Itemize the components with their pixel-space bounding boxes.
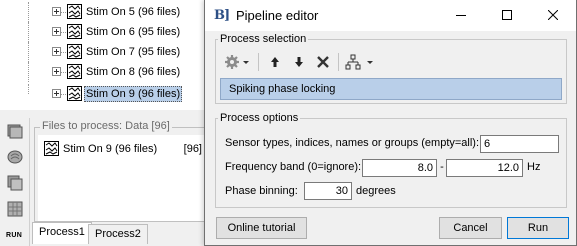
expand-icon[interactable]	[52, 7, 61, 16]
tree-item[interactable]: Stim On 7 (95 files)	[0, 42, 210, 62]
pipeline-tree-icon	[345, 54, 373, 70]
tab-process2[interactable]: Process2	[88, 224, 148, 244]
tree-item-label: Stim On 9 (96 files)	[84, 86, 183, 102]
tree-item[interactable]: Stim On 5 (96 files)	[0, 2, 210, 22]
process-type-matrix-icon[interactable]	[6, 200, 24, 218]
process-tabs: Process1 Process2	[30, 222, 210, 246]
expand-icon[interactable]	[52, 27, 61, 36]
database-tree[interactable]: Stim On 5 (96 files) Stim On 6 (95 files…	[0, 0, 210, 110]
sensor-input[interactable]: 6	[480, 135, 559, 153]
list-item[interactable]: Stim On 9 (96 files) [96]	[42, 141, 204, 159]
tree-item-label: Stim On 7 (95 files)	[86, 46, 181, 58]
files-to-process-panel: Files to process: Data [96] Stim On 9 (9…	[34, 118, 210, 222]
minimize-button[interactable]	[438, 0, 484, 31]
tree-item-selected[interactable]: Stim On 9 (96 files)	[0, 84, 210, 104]
group-title: Process options	[218, 112, 301, 125]
process-type-sources-icon[interactable]	[6, 148, 24, 166]
process-toolbar	[222, 52, 562, 72]
maximize-button[interactable]	[484, 0, 530, 31]
condition-folder-icon	[67, 64, 82, 79]
phase-binning-input[interactable]: 30	[304, 182, 352, 200]
expand-icon[interactable]	[52, 67, 61, 76]
delete-icon	[317, 56, 329, 68]
tree-item-label: Stim On 8 (96 files)	[86, 66, 181, 78]
minimize-icon	[456, 15, 466, 16]
condition-folder-icon	[67, 44, 82, 59]
run-button[interactable]: RUN	[6, 232, 22, 239]
cancel-button[interactable]: Cancel	[439, 217, 502, 239]
condition-folder-icon	[44, 141, 59, 156]
condition-folder-icon	[67, 4, 82, 19]
process-type-timefreq-icon[interactable]	[6, 174, 24, 192]
window-title: Pipeline editor	[236, 8, 319, 23]
list-item-count: [96]	[183, 143, 202, 155]
tree-item[interactable]: Stim On 6 (95 files)	[0, 22, 210, 42]
tree-item-label: Stim On 5 (96 files)	[86, 6, 181, 18]
process-selection-group: Process selection Spiking phase locking	[215, 33, 567, 104]
group-title: Process selection	[218, 33, 309, 46]
add-process-button[interactable]	[222, 52, 252, 72]
tree-item[interactable]: Stim On 8 (96 files)	[0, 62, 210, 82]
online-tutorial-button[interactable]: Online tutorial	[216, 217, 307, 239]
brainstorm-logo-icon: B]	[214, 8, 230, 23]
arrow-up-icon	[271, 57, 279, 67]
files-panel-title: Files to process: Data [96]	[40, 120, 172, 132]
process-list-item[interactable]: Spiking phase locking	[229, 83, 335, 95]
files-list[interactable]: Stim On 9 (96 files) [96]	[38, 135, 208, 221]
maximize-icon	[502, 10, 512, 20]
frequency-unit: Hz	[527, 161, 541, 173]
arrow-down-icon	[295, 57, 303, 67]
list-item-name: Stim On 9 (96 files)	[63, 143, 158, 155]
phase-binning-label: Phase binning:	[225, 185, 298, 197]
frequency-low-input[interactable]: 8.0	[362, 159, 437, 177]
tree-item-label: Stim On 6 (95 files)	[86, 26, 181, 38]
condition-folder-icon	[67, 86, 82, 101]
process-type-data-icon[interactable]	[6, 122, 24, 140]
phase-binning-unit: degrees	[356, 185, 396, 197]
run-process-button[interactable]: Run	[507, 217, 569, 239]
process-sidebar: RUN	[0, 118, 30, 246]
close-icon	[548, 10, 558, 20]
condition-folder-icon	[67, 24, 82, 39]
process-list[interactable]: Spiking phase locking	[220, 78, 562, 100]
process-options-group: Process options Sensor types, indices, n…	[215, 112, 567, 208]
frequency-high-input[interactable]: 12.0	[446, 159, 523, 177]
frequency-separator: -	[440, 161, 444, 173]
delete-process-button[interactable]	[314, 52, 332, 72]
panel-splitter[interactable]	[0, 110, 210, 118]
move-up-button[interactable]	[266, 52, 284, 72]
gear-icon	[225, 55, 249, 69]
expand-icon[interactable]	[52, 89, 61, 98]
expand-icon[interactable]	[52, 47, 61, 56]
pipeline-editor-dialog: B] Pipeline editor Process selection Spi…	[204, 0, 577, 246]
close-button[interactable]	[530, 0, 576, 31]
sensor-label: Sensor types, indices, names or groups (…	[225, 137, 480, 149]
pipeline-menu-button[interactable]	[344, 52, 376, 72]
frequency-band-label: Frequency band (0=ignore):	[225, 161, 362, 173]
move-down-button[interactable]	[290, 52, 308, 72]
tab-process1[interactable]: Process1	[32, 222, 92, 244]
title-bar[interactable]: B] Pipeline editor	[205, 0, 576, 31]
